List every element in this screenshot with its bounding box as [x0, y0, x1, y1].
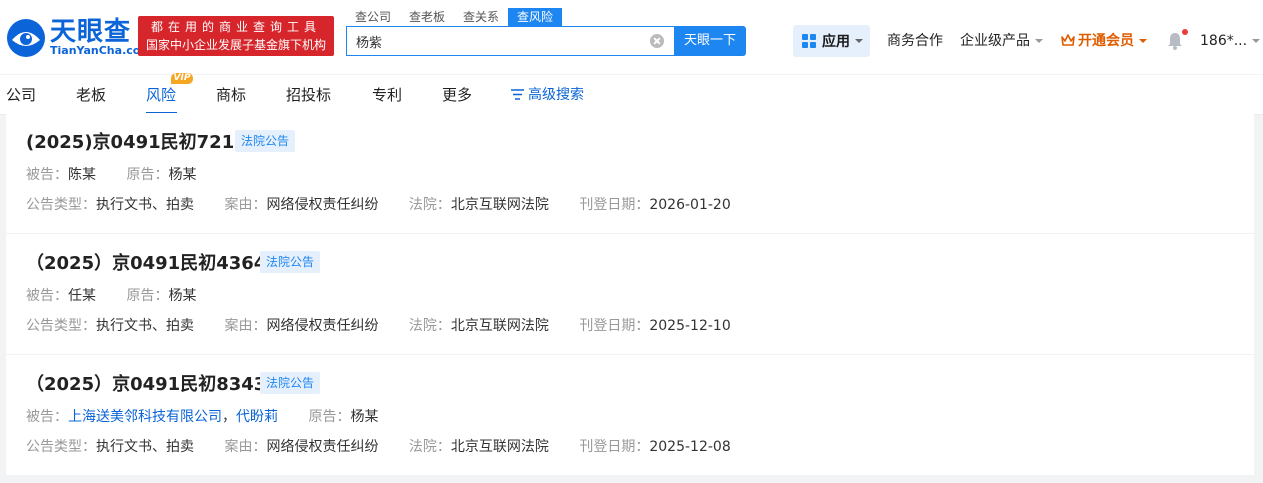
result-card: （2025）京0491民初4364号 法院公告 被告：任某 原告：杨某 公告类型…	[6, 234, 1254, 354]
category-more[interactable]: 更多	[442, 85, 472, 105]
chevron-down-icon	[855, 39, 863, 43]
notice-type-tag: 法院公告	[260, 251, 321, 273]
vip-badge: VIP	[171, 73, 193, 84]
result-card: (2025)京0491民初7217号 法院公告 被告：陈某 原告：杨某 公告类型…	[6, 113, 1254, 233]
chevron-down-icon	[1035, 39, 1043, 43]
publish-date-value: 2026-01-20	[649, 197, 731, 213]
publish-date-label: 刊登日期：	[579, 197, 650, 213]
court-value: 北京互联网法院	[450, 439, 549, 455]
defendant-name: 陈某	[68, 167, 96, 183]
advanced-search-link[interactable]: 高级搜索	[511, 86, 584, 104]
details-row: 公告类型：执行文书、拍卖 案由：网络侵权责任纠纷 法院：北京互联网法院 刊登日期…	[26, 438, 731, 456]
clear-icon[interactable]	[650, 34, 664, 48]
publish-date-value: 2025-12-08	[649, 439, 731, 455]
defendant-person-link[interactable]: 代盼莉	[236, 409, 278, 425]
tab-risk[interactable]: 查风险	[508, 8, 563, 26]
advanced-search-label: 高级搜索	[528, 87, 584, 103]
apps-grid-icon	[802, 34, 816, 48]
filter-icon	[511, 89, 524, 100]
court-value: 北京互联网法院	[450, 318, 549, 334]
notice-type-label: 公告类型：	[26, 197, 96, 213]
top-header: 天眼查 TianYanCha.com 都在用的商业查询工具 国家中小企业发展子基…	[0, 0, 1263, 74]
case-number-title[interactable]: （2025）京0491民初8343号	[26, 374, 284, 396]
tab-company[interactable]: 查公司	[346, 8, 400, 26]
slogan-line-2: 国家中小企业发展子基金旗下机构	[145, 38, 326, 52]
details-row: 公告类型：执行文书、拍卖 案由：网络侵权责任纠纷 法院：北京互联网法院 刊登日期…	[26, 317, 731, 335]
vip-label: 开通会员	[1078, 33, 1134, 49]
court-value: 北京互联网法院	[450, 197, 549, 213]
slogan-line-1: 都在用的商业查询工具	[150, 20, 321, 34]
business-link[interactable]: 商务合作	[887, 32, 943, 50]
defendant-label: 被告：	[26, 409, 68, 425]
cause-value: 网络侵权责任纠纷	[266, 197, 379, 213]
vip-membership-menu[interactable]: 开通会员	[1061, 32, 1147, 50]
tab-boss[interactable]: 查老板	[400, 8, 454, 26]
search-input[interactable]	[347, 27, 637, 55]
slogan-banner: 都在用的商业查询工具 国家中小企业发展子基金旗下机构	[138, 16, 334, 56]
details-row: 公告类型：执行文书、拍卖 案由：网络侵权责任纠纷 法院：北京互联网法院 刊登日期…	[26, 196, 731, 214]
search-box	[346, 26, 674, 56]
plaintiff-label: 原告：	[308, 409, 351, 425]
cause-label: 案由：	[224, 197, 267, 213]
apps-label: 应用	[822, 34, 850, 50]
eye-logo-icon	[7, 19, 45, 57]
notice-type-tag: 法院公告	[235, 130, 296, 152]
enterprise-products-menu[interactable]: 企业级产品	[960, 32, 1043, 50]
chevron-down-icon	[1139, 39, 1147, 43]
court-label: 法院：	[408, 318, 451, 334]
plaintiff-label: 原告：	[126, 167, 169, 183]
category-trademark[interactable]: 商标	[216, 85, 246, 105]
user-account-menu[interactable]: 186*...	[1200, 32, 1261, 50]
cause-label: 案由：	[224, 439, 267, 455]
category-risk[interactable]: 风险	[146, 85, 176, 105]
plaintiff-label: 原告：	[126, 288, 169, 304]
publish-date-label: 刊登日期：	[579, 439, 650, 455]
notice-type-value: 执行文书、拍卖	[96, 439, 194, 455]
notification-dot	[1182, 29, 1188, 35]
case-number-title[interactable]: （2025）京0491民初4364号	[26, 253, 284, 275]
cause-value: 网络侵权责任纠纷	[266, 318, 379, 334]
court-label: 法院：	[408, 197, 451, 213]
category-patent[interactable]: 专利	[372, 85, 402, 105]
defendant-label: 被告：	[26, 167, 68, 183]
notice-type-value: 执行文书、拍卖	[96, 197, 194, 213]
court-label: 法院：	[408, 439, 451, 455]
site-logo[interactable]: 天眼查 TianYanCha.com	[6, 17, 152, 59]
brand-domain: TianYanCha.com	[50, 44, 152, 57]
notice-type-label: 公告类型：	[26, 439, 96, 455]
notice-type-value: 执行文书、拍卖	[96, 318, 194, 334]
brand-name: 天眼查	[50, 17, 132, 47]
user-label: 186*...	[1200, 33, 1248, 49]
category-boss[interactable]: 老板	[76, 85, 106, 105]
search-type-tabs: 查公司 查老板 查关系 查风险	[346, 8, 563, 26]
plaintiff-name: 杨某	[168, 288, 197, 304]
bell-icon[interactable]	[1167, 32, 1183, 50]
publish-date-label: 刊登日期：	[579, 318, 650, 334]
notice-type-tag: 法院公告	[260, 372, 321, 394]
enterprise-label: 企业级产品	[960, 33, 1030, 49]
chevron-down-icon	[1252, 39, 1261, 43]
plaintiff-name: 杨某	[350, 409, 379, 425]
apps-menu-button[interactable]: 应用	[793, 25, 870, 57]
search-button[interactable]: 天眼一下	[674, 26, 746, 56]
parties-row: 被告：陈某 原告：杨某	[26, 166, 196, 184]
defendant-label: 被告：	[26, 288, 68, 304]
defendant-name: 任某	[68, 288, 96, 304]
parties-row: 被告：上海送美邻科技有限公司，代盼莉 原告：杨某	[26, 409, 379, 425]
cause-value: 网络侵权责任纠纷	[266, 439, 379, 455]
tab-relation[interactable]: 查关系	[454, 8, 508, 26]
notice-type-label: 公告类型：	[26, 318, 96, 334]
parties-row: 被告：任某 原告：杨某	[26, 287, 196, 305]
defendant-company-link[interactable]: 上海送美邻科技有限公司	[68, 409, 222, 425]
result-card: （2025）京0491民初8343号 法院公告 被告：上海送美邻科技有限公司，代…	[6, 355, 1254, 475]
case-number-title[interactable]: (2025)京0491民初7217号	[26, 132, 265, 154]
publish-date-value: 2025-12-10	[649, 318, 731, 334]
crown-icon	[1061, 34, 1075, 46]
cause-label: 案由：	[224, 318, 267, 334]
category-company[interactable]: 公司	[6, 85, 36, 105]
plaintiff-name: 杨某	[168, 167, 197, 183]
category-bidding[interactable]: 招投标	[286, 85, 331, 105]
